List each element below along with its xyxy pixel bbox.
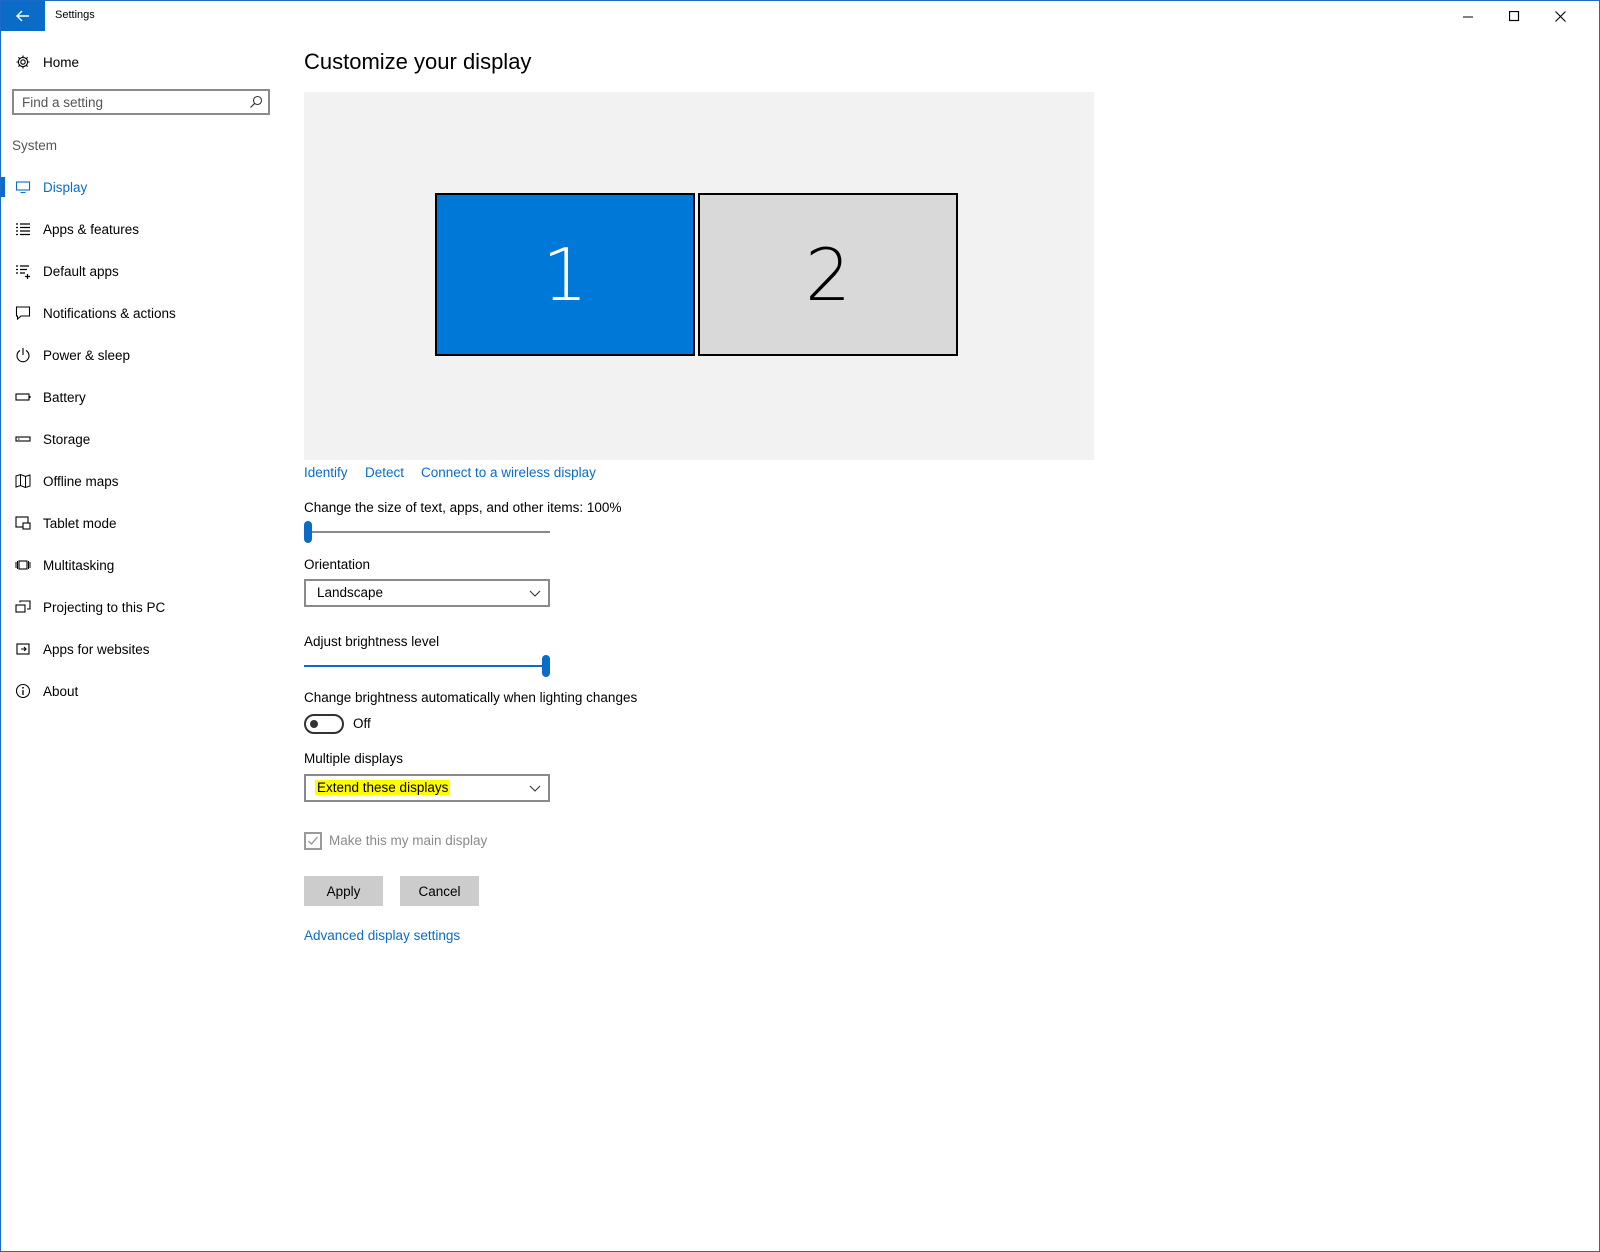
minimize-icon — [1462, 16, 1473, 17]
main-display-label: Make this my main display — [329, 833, 488, 848]
auto-brightness-toggle[interactable] — [304, 714, 344, 734]
search-field[interactable] — [12, 89, 270, 115]
display-arrangement-area: 1 2 — [304, 92, 1094, 460]
maximize-icon — [1508, 10, 1519, 21]
advanced-display-settings-link[interactable]: Advanced display settings — [304, 928, 460, 943]
sidebar-item-label: Notifications & actions — [43, 305, 176, 321]
chevron-down-icon — [529, 590, 541, 597]
apply-button[interactable]: Apply — [304, 876, 383, 906]
sidebar-item-label: Projecting to this PC — [43, 599, 166, 615]
orientation-value: Landscape — [317, 585, 384, 600]
sidebar-item-home[interactable]: Home — [1, 49, 291, 75]
section-label-system: System — [12, 138, 58, 153]
sidebar-item-label: Default apps — [43, 263, 119, 279]
sidebar-item-notifications[interactable]: Notifications & actions — [1, 298, 291, 328]
close-button[interactable] — [1537, 1, 1583, 31]
sidebar-item-default-apps[interactable]: Default apps — [1, 256, 291, 286]
sidebar-item-offline-maps[interactable]: Offline maps — [1, 466, 291, 496]
slider-thumb[interactable] — [304, 521, 312, 543]
monitor-1-tile[interactable]: 1 — [435, 193, 695, 356]
back-arrow-icon — [16, 10, 29, 22]
detect-link[interactable]: Detect — [365, 465, 404, 480]
multiple-displays-dropdown[interactable]: Extend these displays — [304, 774, 550, 802]
main-display-checkbox[interactable] — [304, 832, 322, 850]
identify-link[interactable]: Identify — [304, 465, 348, 480]
sidebar-item-label: Power & sleep — [43, 347, 131, 363]
sidebar-item-label: About — [43, 683, 79, 699]
scale-label: Change the size of text, apps, and other… — [304, 500, 622, 515]
orientation-label: Orientation — [304, 557, 371, 572]
storage-icon — [15, 431, 31, 447]
scale-slider[interactable] — [304, 521, 550, 543]
search-icon — [250, 95, 263, 108]
sidebar-item-label: Display — [43, 179, 88, 195]
sidebar-item-tablet-mode[interactable]: Tablet mode — [1, 508, 291, 538]
multitasking-icon — [15, 557, 31, 573]
sidebar-item-display[interactable]: Display — [1, 172, 291, 202]
sidebar-item-multitasking[interactable]: Multitasking — [1, 550, 291, 580]
maximize-button[interactable] — [1491, 1, 1537, 31]
slider-track — [304, 531, 550, 533]
auto-brightness-label: Change brightness automatically when lig… — [304, 690, 638, 705]
search-input[interactable] — [22, 93, 237, 111]
sidebar-item-label: Multitasking — [43, 557, 115, 573]
tablet-icon — [15, 515, 31, 531]
gear-icon — [15, 54, 31, 70]
apps-for-websites-icon — [15, 641, 31, 657]
info-icon — [15, 683, 31, 699]
monitor-2-tile[interactable]: 2 — [698, 193, 958, 356]
settings-window: Settings Home Find a setting System Disp… — [0, 0, 1600, 1252]
sidebar-item-label: Battery — [43, 389, 86, 405]
speech-bubble-icon — [15, 305, 31, 321]
page-title: Customize your display — [304, 49, 532, 74]
default-apps-icon — [15, 263, 31, 279]
back-button[interactable] — [1, 1, 45, 31]
sidebar-item-power-sleep[interactable]: Power & sleep — [1, 340, 291, 370]
wireless-display-link[interactable]: Connect to a wireless display — [421, 465, 596, 480]
battery-icon — [15, 389, 31, 405]
sidebar-item-storage[interactable]: Storage — [1, 424, 291, 454]
sidebar-item-apps-for-websites[interactable]: Apps for websites — [1, 634, 291, 664]
power-icon — [15, 347, 31, 363]
multiple-displays-value: Extend these displays — [315, 780, 451, 795]
window-title: Settings — [55, 9, 95, 21]
sidebar-item-projecting[interactable]: Projecting to this PC — [1, 592, 291, 622]
map-icon — [15, 473, 31, 489]
sidebar-item-label: Offline maps — [43, 473, 119, 489]
brightness-label: Adjust brightness level — [304, 634, 440, 649]
checkmark-icon — [308, 836, 319, 846]
sidebar-item-label: Home — [43, 54, 80, 70]
multiple-displays-label: Multiple displays — [304, 751, 404, 766]
sidebar-item-apps-features[interactable]: Apps & features — [1, 214, 291, 244]
sidebar-item-label: Apps & features — [43, 221, 140, 237]
minimize-button[interactable] — [1445, 1, 1491, 31]
list-icon — [15, 221, 31, 237]
sidebar-item-battery[interactable]: Battery — [1, 382, 291, 412]
main-content: Customize your display 1 2 Identify Dete… — [304, 31, 1584, 1251]
title-bar: Settings — [1, 1, 1599, 31]
slider-track — [304, 665, 550, 667]
cancel-button[interactable]: Cancel — [400, 876, 479, 906]
slider-thumb[interactable] — [542, 655, 550, 677]
active-indicator — [1, 177, 5, 197]
chevron-down-icon — [529, 785, 541, 792]
sidebar-item-label: Apps for websites — [43, 641, 150, 657]
toggle-knob — [310, 720, 318, 728]
projecting-icon — [15, 599, 31, 615]
sidebar-item-label: Storage — [43, 431, 91, 447]
close-icon — [1554, 10, 1566, 22]
orientation-dropdown[interactable]: Landscape — [304, 579, 550, 607]
monitor-icon — [15, 179, 31, 195]
brightness-slider[interactable] — [304, 655, 550, 677]
sidebar: Home System Display Apps & features — [1, 31, 291, 1251]
toggle-state-label: Off — [353, 716, 371, 731]
sidebar-item-about[interactable]: About — [1, 676, 291, 706]
sidebar-item-label: Tablet mode — [43, 515, 117, 531]
